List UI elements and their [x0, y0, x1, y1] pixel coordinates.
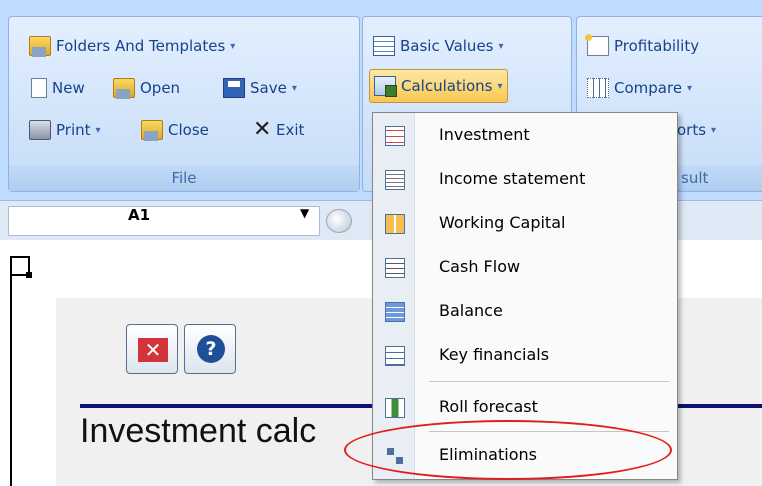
chevron-down-icon: ▾ — [230, 40, 236, 52]
roll-forecast-icon — [385, 398, 405, 418]
basic-values-button[interactable]: Basic Values ▾ — [373, 29, 504, 63]
open-folder-icon — [113, 78, 135, 99]
close-button[interactable]: Close — [141, 113, 209, 147]
menu-item-label: Balance — [439, 301, 503, 320]
folders-and-templates-label: Folders And Templates — [56, 37, 226, 55]
menu-item-investment[interactable]: Investment — [373, 115, 677, 157]
name-box-dropdown-icon[interactable]: ▼ — [300, 206, 309, 220]
menu-item-label: Working Capital — [439, 213, 566, 232]
menu-item-balance[interactable]: Balance — [373, 291, 677, 333]
close-icon: ✕ — [138, 338, 168, 362]
menu-item-key-financials[interactable]: Key financials — [373, 335, 677, 377]
name-box[interactable] — [8, 206, 320, 236]
menu-item-label: Cash Flow — [439, 257, 521, 276]
exit-x-icon: ✕ — [253, 117, 272, 142]
profitability-icon — [585, 34, 609, 56]
save-button[interactable]: Save ▾ — [223, 71, 297, 105]
menu-item-working-capital[interactable]: Working Capital — [373, 203, 677, 245]
menu-separator — [429, 381, 669, 382]
help-button[interactable]: ? — [184, 324, 236, 374]
chevron-down-icon: ▾ — [687, 82, 693, 94]
help-icon: ? — [197, 335, 225, 363]
chevron-down-icon: ▾ — [291, 82, 297, 94]
cash-flow-icon — [385, 258, 405, 278]
close-folder-icon — [141, 120, 163, 141]
file-group: Folders And Templates ▾ New Open Save ▾ … — [8, 16, 360, 192]
exit-label: Exit — [276, 121, 305, 139]
selected-cell-marker[interactable] — [10, 256, 32, 278]
basic-values-label: Basic Values — [400, 37, 494, 55]
chevron-down-icon: ▾ — [498, 40, 504, 52]
page-title: Investment calc — [80, 412, 317, 450]
formula-bar-resize-knob[interactable] — [326, 209, 352, 233]
open-label: Open — [140, 79, 181, 97]
save-icon — [223, 78, 245, 98]
file-group-caption: File — [9, 165, 359, 191]
working-capital-icon — [385, 214, 405, 234]
compare-button[interactable]: Compare ▾ — [587, 71, 692, 105]
menu-item-label: Investment — [439, 125, 530, 144]
balance-icon — [385, 302, 405, 322]
profitability-button[interactable]: Profitability — [585, 29, 700, 63]
calculations-label: Calculations — [401, 77, 493, 95]
compare-label: Compare — [614, 79, 683, 97]
exit-button[interactable]: ✕ Exit — [253, 113, 304, 147]
new-button[interactable]: New — [31, 71, 85, 105]
compare-icon — [587, 78, 609, 98]
print-label: Print — [56, 121, 91, 139]
folders-and-templates-button[interactable]: Folders And Templates ▾ — [29, 29, 235, 63]
menu-item-label: Key financials — [439, 345, 550, 364]
sheet-border — [10, 256, 12, 486]
menu-item-cash-flow[interactable]: Cash Flow — [373, 247, 677, 289]
chevron-down-icon: ▾ — [95, 124, 101, 136]
print-button[interactable]: Print ▾ — [29, 113, 101, 147]
menu-item-label: Roll forecast — [439, 397, 538, 416]
sheet-close-button[interactable]: ✕ — [126, 324, 178, 374]
open-button[interactable]: Open — [113, 71, 180, 105]
income-statement-icon — [385, 170, 405, 190]
chevron-down-icon: ▾ — [711, 124, 717, 136]
close-label: Close — [168, 121, 209, 139]
basic-values-icon — [373, 36, 395, 56]
reports-button[interactable]: orts ▾ — [677, 113, 716, 147]
save-label: Save — [250, 79, 287, 97]
calculations-icon — [374, 76, 397, 97]
reports-label: orts — [677, 121, 707, 139]
key-financials-icon — [385, 346, 405, 366]
new-document-icon — [31, 78, 47, 98]
folder-icon — [29, 36, 51, 57]
highlight-ellipse — [344, 420, 672, 480]
calculations-button[interactable]: Calculations ▾ — [369, 69, 508, 103]
chevron-down-icon: ▾ — [497, 80, 503, 92]
menu-item-income-statement[interactable]: Income statement — [373, 159, 677, 201]
profitability-label: Profitability — [614, 37, 700, 55]
printer-icon — [29, 120, 51, 140]
new-label: New — [52, 79, 85, 97]
menu-item-label: Income statement — [439, 169, 586, 188]
investment-icon — [385, 126, 405, 146]
name-box-value: A1 — [128, 206, 151, 224]
